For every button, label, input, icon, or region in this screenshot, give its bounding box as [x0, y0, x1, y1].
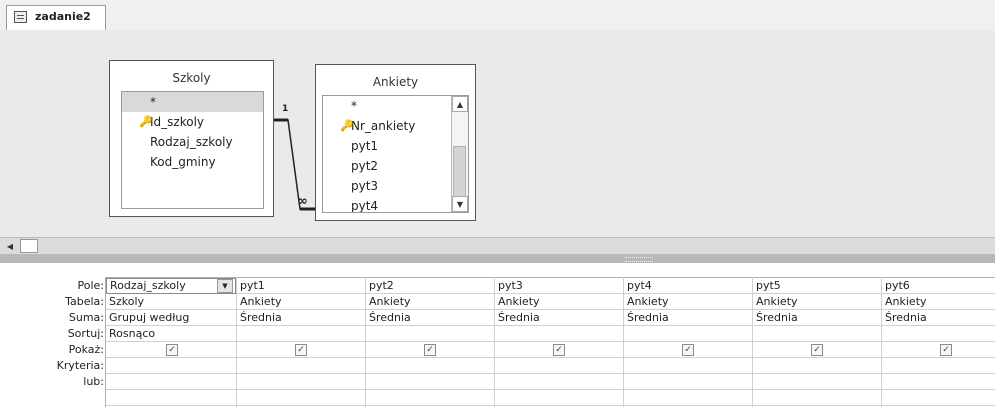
- show-checkbox[interactable]: ✓: [553, 344, 565, 356]
- grid-line: [105, 373, 995, 374]
- scroll-thumb[interactable]: [453, 146, 466, 200]
- diagram-horizontal-scrollbar[interactable]: ◀: [0, 237, 995, 255]
- relationship-line[interactable]: [0, 30, 995, 237]
- field-label: Nr_ankiety: [351, 119, 416, 133]
- grid-cell-total[interactable]: Grupuj według: [106, 310, 236, 326]
- query-design-grid: Pole: Tabela: Suma: Sortuj: Pokaż: Kryte…: [0, 270, 995, 407]
- relationship-many-label: ∞: [297, 194, 308, 209]
- field-item-nr-ankiety[interactable]: 🔑 Nr_ankiety: [323, 116, 451, 136]
- field-list-scrollbar[interactable]: ▲ ▼: [451, 96, 468, 212]
- row-label-table: Tabela:: [65, 295, 104, 308]
- grid-line: [105, 405, 995, 406]
- field-item-pyt1[interactable]: pyt1: [323, 136, 451, 156]
- grid-cell-sort[interactable]: [237, 326, 365, 342]
- table-title: Ankiety: [372, 75, 419, 89]
- grid-cell-total[interactable]: Średnia: [495, 310, 623, 326]
- show-checkbox[interactable]: ✓: [295, 344, 307, 356]
- scroll-up-icon[interactable]: ▲: [452, 96, 468, 112]
- row-label-or: lub:: [83, 375, 104, 388]
- grid-cell-sort[interactable]: [495, 326, 623, 342]
- grid-cell-total[interactable]: Średnia: [753, 310, 881, 326]
- grid-cell-table[interactable]: Ankiety: [624, 294, 752, 310]
- grid-cell-field[interactable]: pyt3: [495, 278, 623, 294]
- pane-splitter[interactable]: [0, 255, 995, 263]
- show-checkbox[interactable]: ✓: [940, 344, 952, 356]
- grid-cell-field[interactable]: pyt2: [366, 278, 494, 294]
- document-tab-bar: zadanie2: [0, 0, 995, 31]
- query-table-icon: [14, 11, 27, 23]
- relationship-one-label: 1: [282, 104, 289, 114]
- field-item-pyt3[interactable]: pyt3: [323, 176, 451, 196]
- scroll-left-icon[interactable]: ◀: [3, 240, 17, 253]
- row-label-sort: Sortuj:: [67, 327, 104, 340]
- tab-label: zadanie2: [35, 10, 91, 23]
- grid-line: [105, 389, 995, 390]
- tab-zadanie2[interactable]: zadanie2: [6, 5, 106, 30]
- grid-cell-table[interactable]: Ankiety: [882, 294, 995, 310]
- query-design-diagram: Szkoly * 🔑 Id_szkoly Rodzaj_szkoly Kod_g…: [0, 30, 995, 237]
- primary-key-icon: 🔑: [340, 119, 354, 132]
- grid-cell-sort[interactable]: [882, 326, 995, 342]
- grid-cell-field[interactable]: pyt6: [882, 278, 995, 294]
- scroll-down-icon[interactable]: ▼: [452, 196, 468, 212]
- row-label-criteria: Kryteria:: [56, 359, 104, 372]
- field-item-pyt2[interactable]: pyt2: [323, 156, 451, 176]
- field-item-all[interactable]: *: [323, 96, 451, 116]
- show-checkbox[interactable]: ✓: [682, 344, 694, 356]
- grid-cell-table[interactable]: Ankiety: [495, 294, 623, 310]
- grid-cell-table[interactable]: Ankiety: [237, 294, 365, 310]
- scroll-thumb[interactable]: [20, 239, 38, 253]
- grid-cell-field[interactable]: pyt1: [237, 278, 365, 294]
- table-ankiety[interactable]: Ankiety * 🔑 Nr_ankiety pyt1 pyt2 pyt3 py…: [315, 64, 476, 221]
- field-list: * 🔑 Nr_ankiety pyt1 pyt2 pyt3 pyt4 ▲ ▼: [322, 95, 469, 213]
- grid-cell-table[interactable]: Szkoly: [106, 294, 236, 310]
- grid-cell-total[interactable]: Średnia: [366, 310, 494, 326]
- grid-cell-sort[interactable]: Rosnąco: [106, 326, 236, 342]
- grid-cell-total[interactable]: Średnia: [624, 310, 752, 326]
- grid-cell-total[interactable]: Średnia: [237, 310, 365, 326]
- dropdown-arrow-icon[interactable]: ▼: [217, 279, 233, 293]
- row-label-total: Suma:: [68, 311, 104, 324]
- grid-cell-sort[interactable]: [366, 326, 494, 342]
- grid-cell-total[interactable]: Średnia: [882, 310, 995, 326]
- show-checkbox[interactable]: ✓: [424, 344, 436, 356]
- splitter-grip-icon[interactable]: [625, 257, 653, 262]
- row-label-show: Pokaż:: [68, 343, 104, 356]
- grid-cell-field[interactable]: pyt4: [624, 278, 752, 294]
- grid-cell-table[interactable]: Ankiety: [753, 294, 881, 310]
- grid-cell-sort[interactable]: [753, 326, 881, 342]
- row-label-field: Pole:: [77, 279, 104, 292]
- grid-cell-field[interactable]: pyt5: [753, 278, 881, 294]
- show-checkbox[interactable]: ✓: [811, 344, 823, 356]
- show-checkbox[interactable]: ✓: [166, 344, 178, 356]
- field-item-pyt4[interactable]: pyt4: [323, 196, 451, 212]
- grid-line: [105, 357, 995, 358]
- grid-cell-sort[interactable]: [624, 326, 752, 342]
- grid-cell-table[interactable]: Ankiety: [366, 294, 494, 310]
